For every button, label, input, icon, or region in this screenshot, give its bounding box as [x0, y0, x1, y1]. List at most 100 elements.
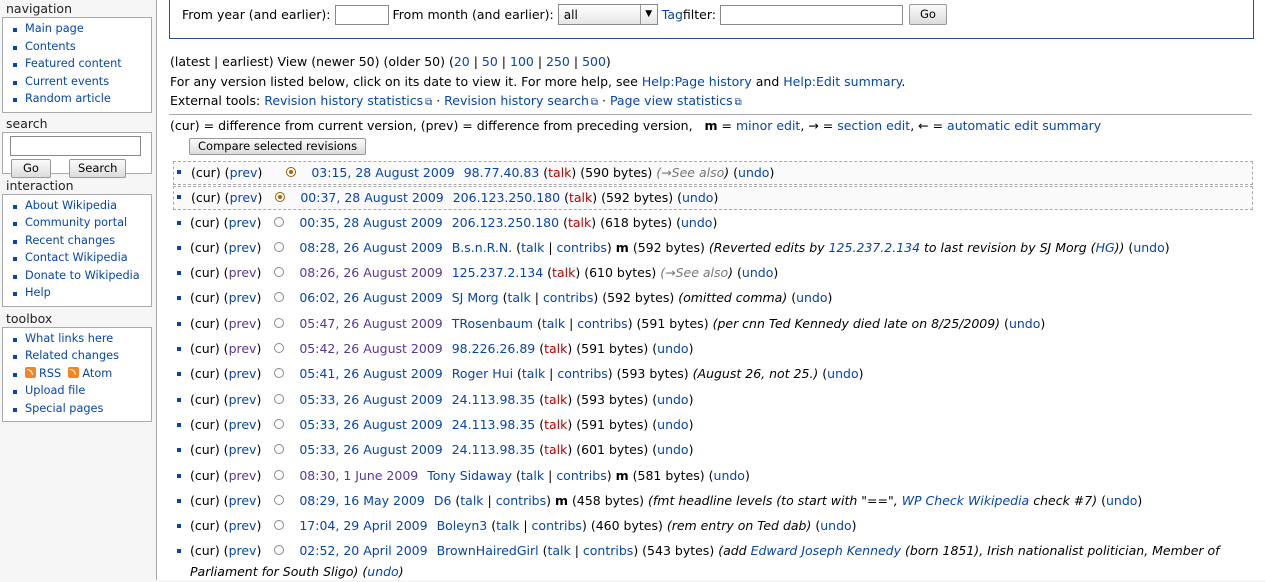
help-edit-summary-link[interactable]: Help:Edit summary	[783, 74, 901, 89]
undo-link[interactable]: undo	[738, 165, 769, 180]
undo-link[interactable]: undo	[820, 518, 851, 533]
revision-date-link[interactable]: 05:41, 26 August 2009	[299, 366, 442, 381]
user-contribs-link[interactable]: contribs	[556, 468, 606, 483]
prev-diff-link[interactable]: prev	[229, 493, 257, 508]
search-input[interactable]	[10, 135, 141, 156]
undo-link[interactable]: undo	[742, 265, 773, 280]
prev-diff-link[interactable]: prev	[230, 190, 258, 205]
prev-diff-link[interactable]: prev	[229, 316, 257, 331]
featured-content-link[interactable]: Featured content	[25, 57, 122, 70]
user-talk-link[interactable]: talk	[548, 165, 571, 180]
about-wikipedia-link[interactable]: About Wikipedia	[25, 199, 117, 212]
prev-diff-link[interactable]: prev	[229, 240, 257, 255]
revision-date-link[interactable]: 06:02, 26 August 2009	[299, 290, 442, 305]
user-link[interactable]: Tony Sidaway	[427, 468, 512, 483]
summary-link[interactable]: Edward Joseph Kennedy	[751, 543, 901, 558]
revision-date-link[interactable]: 17:04, 29 April 2009	[299, 518, 427, 533]
prev-diff-link[interactable]: prev	[229, 543, 257, 558]
automatic-edit-summary-link[interactable]: automatic edit summary	[947, 118, 1101, 133]
user-link[interactable]: 24.113.98.35	[452, 442, 536, 457]
user-talk-link[interactable]: talk	[521, 240, 544, 255]
section-edit-link[interactable]: section edit	[837, 118, 910, 133]
year-input[interactable]	[334, 4, 389, 25]
limit-20-link[interactable]: 20	[454, 54, 470, 69]
user-link[interactable]: 24.113.98.35	[452, 392, 536, 407]
user-link[interactable]: Boleyn3	[437, 518, 488, 533]
user-talk-link[interactable]: talk	[460, 493, 483, 508]
user-talk-link[interactable]: talk	[521, 468, 544, 483]
summary-link[interactable]: 125.237.2.134	[829, 240, 920, 255]
revision-radio[interactable]	[274, 444, 285, 455]
random-article-link[interactable]: Random article	[25, 92, 111, 105]
user-contribs-link[interactable]: contribs	[557, 366, 607, 381]
revision-date-link[interactable]: 05:33, 26 August 2009	[299, 417, 442, 432]
search-go-button[interactable]: Go	[11, 158, 51, 178]
undo-link[interactable]: undo	[367, 564, 398, 579]
prev-diff-link[interactable]: prev	[229, 442, 257, 457]
user-contribs-link[interactable]: contribs	[583, 543, 633, 558]
help-link[interactable]: Help	[25, 286, 51, 299]
undo-link[interactable]: undo	[827, 366, 858, 381]
undo-link[interactable]: undo	[714, 468, 745, 483]
user-link[interactable]: 98.77.40.83	[464, 165, 540, 180]
user-contribs-link[interactable]: contribs	[543, 290, 593, 305]
current-events-link[interactable]: Current events	[25, 75, 109, 88]
revision-date-link[interactable]: 05:33, 26 August 2009	[299, 442, 442, 457]
undo-link[interactable]: undo	[681, 215, 712, 230]
user-link[interactable]: BrownHairedGirl	[437, 543, 539, 558]
user-talk-link[interactable]: talk	[507, 290, 530, 305]
revision-date-link[interactable]: 05:33, 26 August 2009	[299, 392, 442, 407]
prev-diff-link[interactable]: prev	[229, 290, 257, 305]
user-talk-link[interactable]: talk	[568, 215, 591, 230]
user-talk-link[interactable]: talk	[496, 518, 519, 533]
prev-diff-link[interactable]: prev	[229, 468, 257, 483]
revision-date-link[interactable]: 02:52, 20 April 2009	[299, 543, 427, 558]
prev-diff-link[interactable]: prev	[230, 165, 258, 180]
summary-link[interactable]: See also	[676, 265, 729, 280]
revision-radio[interactable]	[274, 317, 285, 328]
summary-link[interactable]: See also	[672, 165, 725, 180]
revision-radio[interactable]	[274, 494, 285, 505]
upload-file-link[interactable]: Upload file	[25, 384, 85, 397]
limit-500-link[interactable]: 500	[582, 54, 606, 69]
prev-diff-link[interactable]: prev	[229, 518, 257, 533]
revision-radio[interactable]	[275, 192, 286, 203]
undo-link[interactable]: undo	[657, 341, 688, 356]
revision-radio[interactable]	[274, 343, 285, 354]
revision-radio[interactable]	[274, 368, 285, 379]
user-link[interactable]: 24.113.98.35	[452, 417, 536, 432]
revision-radio[interactable]	[274, 520, 285, 531]
user-link[interactable]: 206.123.250.180	[453, 190, 560, 205]
limit-250-link[interactable]: 250	[546, 54, 570, 69]
revision-radio[interactable]	[274, 545, 285, 556]
prev-diff-link[interactable]: prev	[229, 341, 257, 356]
filter-go-button[interactable]: Go	[909, 4, 947, 25]
rss-link[interactable]: RSS	[39, 367, 61, 380]
user-contribs-link[interactable]: contribs	[532, 518, 582, 533]
undo-link[interactable]: undo	[657, 442, 688, 457]
user-link[interactable]: 125.237.2.134	[452, 265, 543, 280]
user-talk-link[interactable]: talk	[552, 265, 575, 280]
help-page-history-link[interactable]: Help:Page history	[642, 74, 752, 89]
revision-date-link[interactable]: 08:28, 26 August 2009	[299, 240, 442, 255]
revision-radio[interactable]	[274, 241, 285, 252]
undo-link[interactable]: undo	[657, 392, 688, 407]
undo-link[interactable]: undo	[657, 417, 688, 432]
undo-link[interactable]: undo	[682, 190, 713, 205]
user-talk-link[interactable]: talk	[544, 417, 567, 432]
revision-radio[interactable]	[274, 267, 285, 278]
revision-date-link[interactable]: 08:26, 26 August 2009	[299, 265, 442, 280]
user-talk-link[interactable]: talk	[542, 316, 565, 331]
revision-date-link[interactable]: 05:42, 26 August 2009	[299, 341, 442, 356]
recent-changes-link[interactable]: Recent changes	[25, 234, 115, 247]
hg-link[interactable]: HG	[1096, 240, 1115, 255]
user-talk-link[interactable]: talk	[544, 442, 567, 457]
revision-radio[interactable]	[274, 469, 285, 480]
revision-date-link[interactable]: 05:47, 26 August 2009	[299, 316, 442, 331]
user-talk-link[interactable]: talk	[547, 543, 570, 558]
revision-radio[interactable]	[286, 167, 297, 177]
undo-link[interactable]: undo	[1106, 493, 1137, 508]
revision-radio[interactable]	[274, 292, 285, 303]
revision-history-search-link[interactable]: Revision history search	[444, 93, 598, 108]
revision-radio[interactable]	[274, 216, 285, 227]
